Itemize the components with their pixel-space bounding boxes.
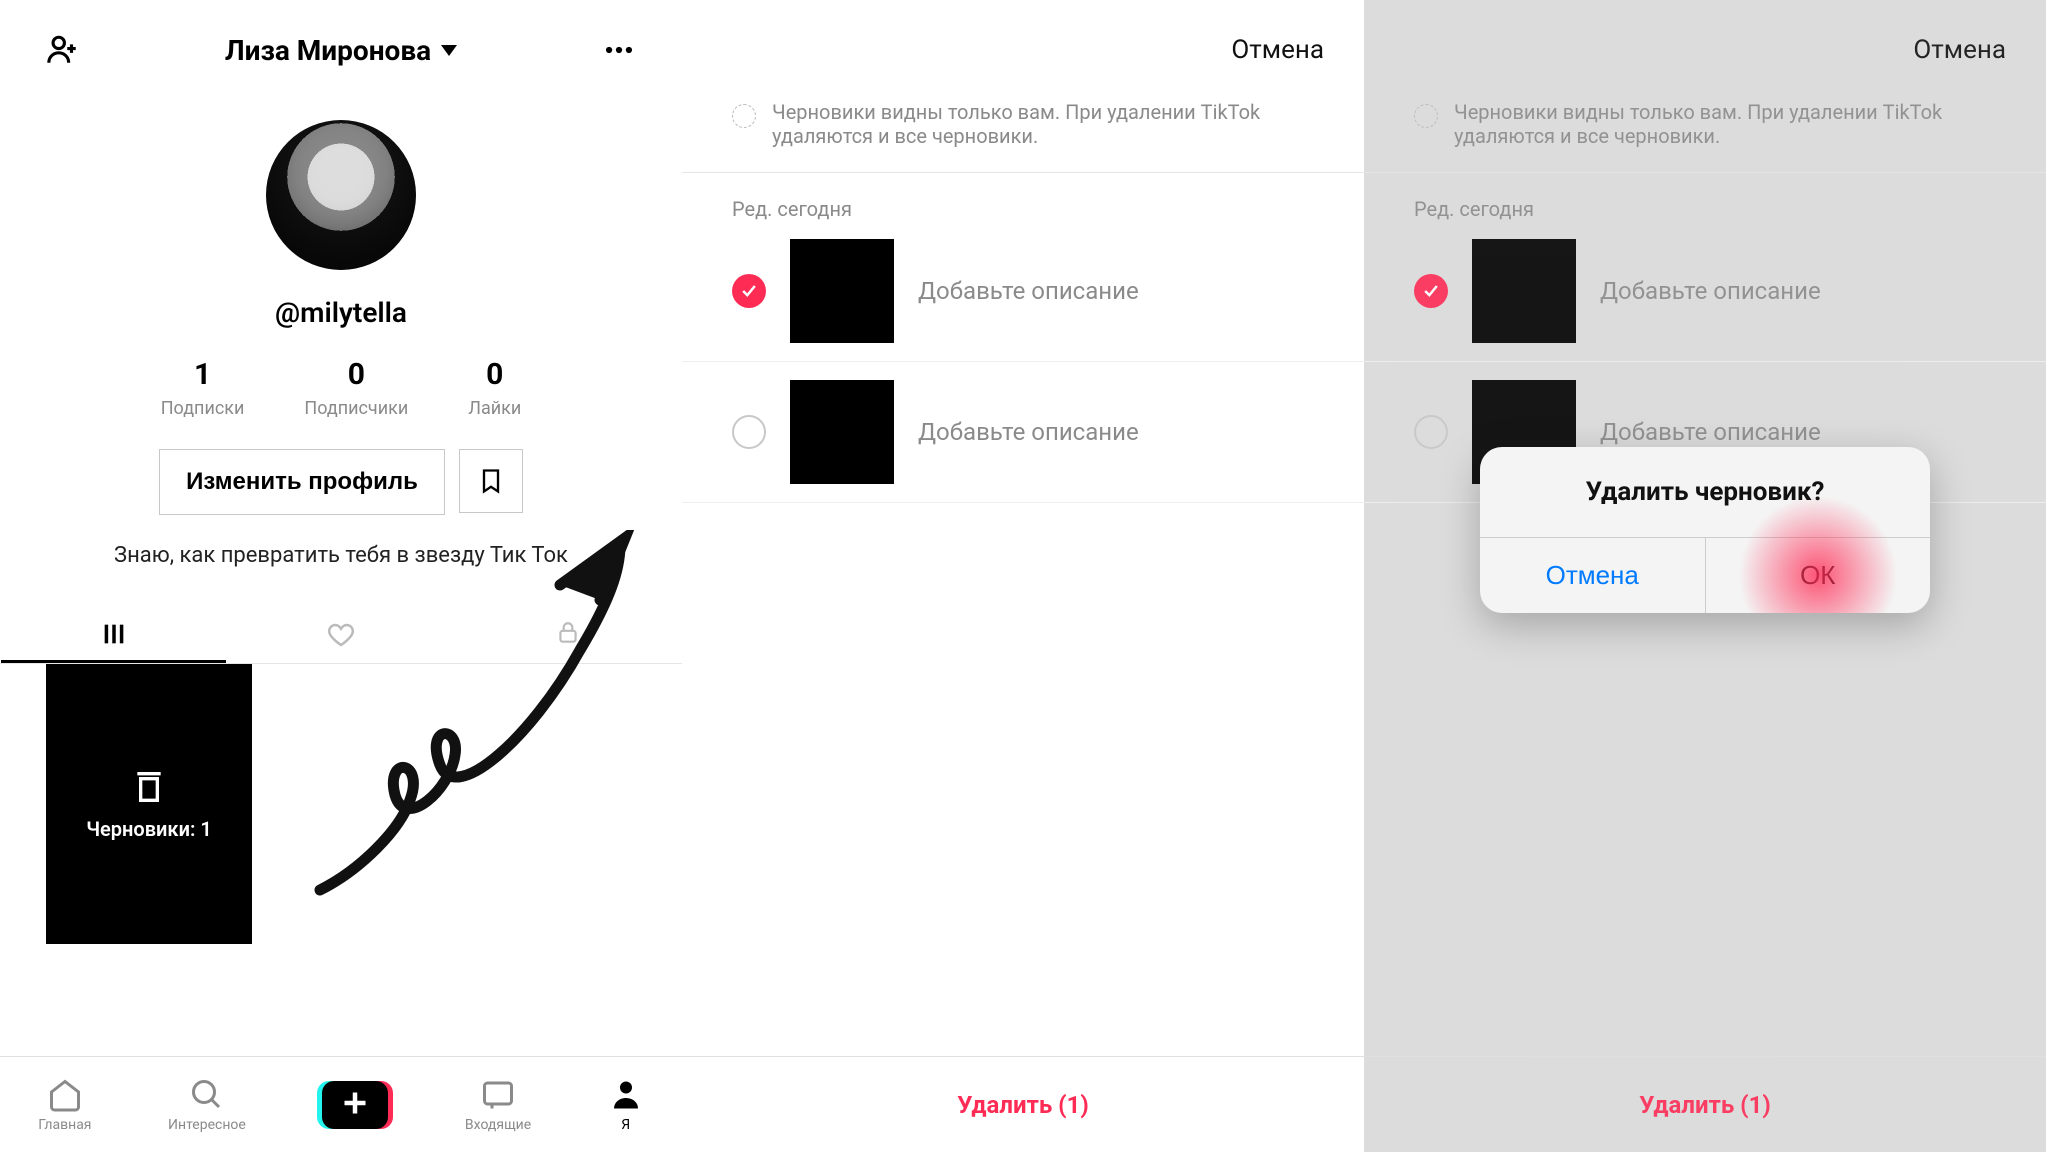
draft-item[interactable]: Добавьте описание (1364, 221, 2046, 362)
edit-profile-button[interactable]: Изменить профиль (159, 449, 445, 515)
checkbox-off-icon[interactable] (1414, 415, 1448, 449)
drafts-footer: Удалить (1) (1364, 1056, 2046, 1152)
dialog-ok-label: ОК (1800, 560, 1835, 590)
drafts-confirm-screen: Отмена Черновики видны только вам. При у… (1364, 0, 2046, 1152)
more-icon[interactable] (596, 27, 642, 73)
drafts-notice-text: Черновики видны только вам. При удалении… (772, 100, 1314, 148)
draft-description: Добавьте описание (1600, 418, 1821, 446)
nav-me[interactable]: Я (608, 1077, 644, 1133)
nav-create[interactable] (322, 1081, 388, 1129)
drafts-screen: Отмена Черновики видны только вам. При у… (682, 0, 1364, 1152)
stat-likes[interactable]: 0 Лайки (468, 357, 521, 419)
nav-inbox[interactable]: Входящие (465, 1077, 531, 1133)
draft-description: Добавьте описание (918, 418, 1139, 446)
smile-icon (1414, 104, 1438, 128)
cancel-button[interactable]: Отмена (1231, 35, 1324, 65)
bottom-nav: Главная Интересное Входящие Я (0, 1056, 682, 1152)
draft-thumbnail (790, 239, 894, 343)
tab-liked[interactable] (228, 608, 453, 663)
bookmark-button[interactable] (459, 449, 523, 513)
confirm-dialog: Удалить черновик? Отмена ОК (1480, 447, 1930, 613)
draft-description: Добавьте описание (1600, 277, 1821, 305)
posts-grid: Черновики: 1 (0, 664, 682, 944)
draft-description: Добавьте описание (918, 277, 1139, 305)
drafts-footer: Удалить (1) (682, 1056, 1364, 1152)
profile-screen: Лиза Миронова @milytella 1 Подписки 0 По… (0, 0, 682, 1152)
profile-tabs (0, 608, 682, 664)
profile-bio: Знаю, как превратить тебя в звезду Тик Т… (0, 543, 682, 568)
cancel-button[interactable]: Отмена (1913, 35, 2006, 65)
dialog-buttons: Отмена ОК (1480, 537, 1930, 613)
stat-subscriptions[interactable]: 1 Подписки (161, 357, 245, 419)
drafts-section-header: Ред. сегодня (682, 173, 1364, 221)
draft-item[interactable]: Добавьте описание (682, 221, 1364, 362)
chevron-down-icon (441, 45, 457, 56)
avatar[interactable] (266, 120, 416, 270)
checkbox-on-icon[interactable] (1414, 274, 1448, 308)
profile-handle: @milytella (0, 296, 682, 329)
drafts-tile[interactable]: Черновики: 1 (46, 664, 252, 944)
draft-item[interactable]: Добавьте описание (682, 362, 1364, 503)
plus-icon (322, 1081, 388, 1129)
draft-thumbnail (1472, 239, 1576, 343)
profile-header: Лиза Миронова (0, 0, 682, 100)
checkbox-on-icon[interactable] (732, 274, 766, 308)
drafts-notice: Черновики видны только вам. При удалении… (682, 100, 1364, 173)
add-user-icon[interactable] (40, 27, 86, 73)
draft-thumbnail (790, 380, 894, 484)
drafts-notice: Черновики видны только вам. При удалении… (1364, 100, 2046, 173)
nav-home[interactable]: Главная (38, 1077, 91, 1133)
profile-stats: 1 Подписки 0 Подписчики 0 Лайки (0, 357, 682, 419)
tab-grid[interactable] (1, 608, 226, 663)
drafts-header: Отмена (682, 0, 1364, 100)
drafts-section-header: Ред. сегодня (1364, 173, 2046, 221)
tab-private[interactable] (456, 608, 681, 663)
drafts-notice-text: Черновики видны только вам. При удалении… (1454, 100, 1996, 148)
drafts-tile-label: Черновики: 1 (86, 817, 212, 841)
dialog-ok-button[interactable]: ОК (1706, 538, 1931, 613)
profile-actions: Изменить профиль (0, 449, 682, 515)
profile-display-name: Лиза Миронова (225, 34, 431, 67)
dialog-title: Удалить черновик? (1480, 447, 1930, 537)
drafts-header: Отмена (1364, 0, 2046, 100)
nav-discover[interactable]: Интересное (168, 1077, 246, 1133)
smile-icon (732, 104, 756, 128)
delete-button[interactable]: Удалить (1) (1639, 1091, 1771, 1119)
dialog-cancel-button[interactable]: Отмена (1480, 538, 1706, 613)
profile-name-dropdown[interactable]: Лиза Миронова (225, 34, 457, 67)
delete-button[interactable]: Удалить (1) (957, 1091, 1089, 1119)
checkbox-off-icon[interactable] (732, 415, 766, 449)
stat-followers[interactable]: 0 Подписчики (304, 357, 408, 419)
